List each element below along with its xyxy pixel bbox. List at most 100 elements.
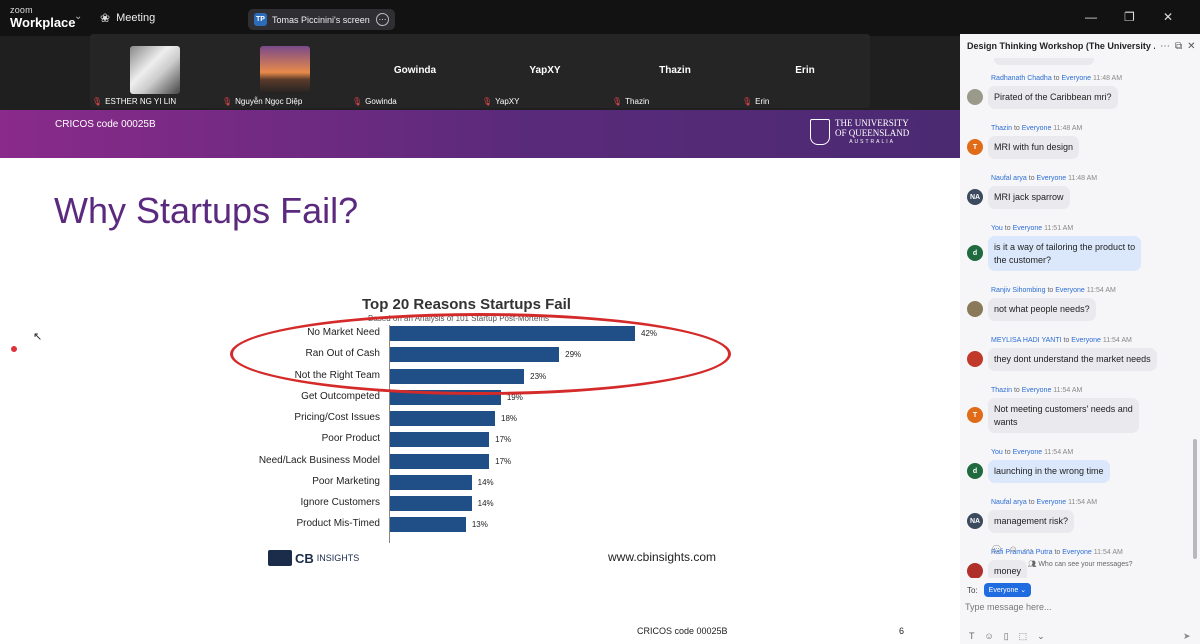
message-text: they dont understand the market needs bbox=[994, 354, 1151, 364]
to-label: To: bbox=[967, 585, 978, 595]
participant-tile[interactable]: Thazin 🎙︎ Thazin bbox=[610, 34, 740, 108]
chart-category-label: Get Outcompeted bbox=[301, 390, 380, 402]
participant-tile[interactable]: 🎙︎ Nguyễn Ngọc Diệp bbox=[220, 34, 350, 108]
message-bubble: not what people needs? bbox=[988, 298, 1096, 321]
highlight-ellipse bbox=[230, 313, 731, 395]
source-url: www.cbinsights.com bbox=[608, 550, 717, 564]
close-icon[interactable]: ✕ bbox=[1163, 10, 1173, 24]
recipient-name: Everyone bbox=[1012, 449, 1043, 456]
message-time: 11:54 AM bbox=[1053, 387, 1083, 394]
participant-name: Nguyễn Ngọc Diệp bbox=[235, 97, 303, 106]
message-bubble: launching in the wrong time bbox=[988, 460, 1110, 483]
to-word: to bbox=[1054, 549, 1061, 556]
chart-category-label: Poor Marketing bbox=[312, 475, 380, 487]
close-chat-icon[interactable]: ✕ bbox=[1187, 41, 1195, 52]
avatar: T bbox=[967, 139, 983, 155]
message-input[interactable]: Type message here... bbox=[965, 602, 1165, 612]
message-bubble: management risk? bbox=[988, 510, 1075, 533]
cbinsights-cb: CB bbox=[295, 550, 314, 566]
chart-value-label: 14% bbox=[477, 477, 494, 487]
avatar: NA bbox=[967, 513, 983, 529]
message-meta: Radhanath Chadha to Everyone 11:48 AM bbox=[991, 75, 1122, 82]
message-text: Pirated of the Caribbean mri? bbox=[994, 92, 1112, 102]
chart-category-label: Pricing/Cost Issues bbox=[294, 412, 380, 423]
file-icon[interactable]: ▯ bbox=[1004, 631, 1009, 642]
chevron-down-icon[interactable]: ⌄ bbox=[74, 11, 82, 22]
recipient-name: Everyone bbox=[1061, 75, 1092, 82]
send-icon[interactable]: ➤ bbox=[1183, 631, 1191, 642]
recipient-name: Everyone bbox=[1036, 499, 1067, 506]
who-can-see-label: Who can see your messages? bbox=[1038, 561, 1133, 568]
reply-icon[interactable]: 💬︎ bbox=[991, 544, 1002, 555]
chart-category-label: Ignore Customers bbox=[300, 497, 380, 508]
message-text: is it a way of tailoring the product to bbox=[994, 242, 1136, 252]
participant-name: Thazin bbox=[625, 97, 650, 106]
who-can-see[interactable]: 👥︎ Who can see your messages? bbox=[960, 560, 1200, 568]
participant-name: Erin bbox=[755, 97, 770, 106]
message-bubble: Pirated of the Caribbean mri? bbox=[988, 86, 1118, 109]
participant-name-tag: 🎙︎ Thazin bbox=[612, 97, 649, 106]
chevron-down-icon[interactable]: ⌄ bbox=[1037, 631, 1045, 642]
chart-bar bbox=[390, 411, 495, 426]
participant-tile[interactable]: Gowinda 🎙︎ Gowinda bbox=[350, 34, 480, 108]
participant-display-name: Thazin bbox=[659, 65, 691, 76]
chart-bar bbox=[390, 474, 472, 490]
avatar: d bbox=[967, 463, 983, 479]
chart-value-label: 18% bbox=[501, 414, 518, 423]
chart-category-label: Need/Lack Business Model bbox=[258, 454, 380, 466]
recipient-name: Everyone bbox=[1062, 549, 1092, 556]
emoji-react-icon[interactable]: ☺ bbox=[1008, 544, 1017, 555]
popout-icon[interactable]: ⧉ bbox=[1175, 41, 1182, 52]
video-strip: 🎙︎ ESTHER NG YI LIN 🎙︎ Nguyễn Ngọc Diệp Go… bbox=[90, 34, 870, 108]
sender-name: Radhanath Chadha bbox=[991, 75, 1052, 82]
message-time: 11:54 AM bbox=[1086, 287, 1116, 294]
to-word: to bbox=[1013, 125, 1020, 132]
muted-mic-icon: 🎙︎ bbox=[742, 97, 753, 106]
participant-tile[interactable]: YapXY 🎙︎ YapXY bbox=[480, 34, 610, 108]
participant-name-tag: 🎙︎ ESTHER NG YI LIN bbox=[92, 97, 176, 106]
sender-name: Thazin bbox=[991, 125, 1013, 132]
screen-share-pill[interactable]: TP Tomas Piccinini's screen ⋯ bbox=[248, 9, 395, 30]
recipient-name: Everyone bbox=[1021, 125, 1052, 132]
message-text: management risk? bbox=[994, 516, 1069, 526]
sender-name: Ranjiv Sihombing bbox=[991, 287, 1046, 294]
sender-name: Thazin bbox=[991, 387, 1013, 394]
mouse-cursor-icon: ↖ bbox=[33, 331, 43, 343]
chat-messages[interactable]: Radhanath Chadha to Everyone 11:48 AM Pir… bbox=[960, 58, 1194, 578]
participant-display-name: Erin bbox=[795, 65, 815, 76]
more-actions-icon[interactable]: ⋯ bbox=[1024, 544, 1033, 555]
participant-name-tag: 🎙︎ Nguyễn Ngọc Diệp bbox=[222, 97, 302, 106]
avatar: d bbox=[967, 245, 983, 261]
more-icon[interactable]: ⋯ bbox=[1160, 41, 1170, 52]
emoji-icon[interactable]: ☺ bbox=[985, 631, 994, 642]
muted-mic-icon: 🎙︎ bbox=[222, 97, 233, 106]
message-text: not what people needs? bbox=[994, 304, 1090, 314]
to-word: to bbox=[1028, 175, 1035, 182]
recipient-dropdown[interactable]: Everyone ⌄ bbox=[983, 583, 1032, 597]
message-time: 11:48 AM bbox=[1053, 125, 1083, 132]
avatar bbox=[967, 351, 983, 367]
chart-value-label: 17% bbox=[495, 435, 512, 445]
format-icon[interactable]: T bbox=[969, 631, 975, 642]
participant-tile[interactable]: 🎙︎ ESTHER NG YI LIN bbox=[90, 34, 220, 108]
slide-banner: CRICOS code 00025B THE UNIVERSITY OF QUE… bbox=[0, 110, 960, 158]
chart-value-label: 14% bbox=[477, 499, 494, 508]
message-meta: You to Everyone 11:51 AM bbox=[991, 225, 1073, 232]
chat-scrollbar[interactable] bbox=[1193, 439, 1197, 559]
participant-tile[interactable]: Erin 🎙︎ Erin bbox=[740, 34, 870, 108]
message-bubble: is it a way of tailoring the product to t… bbox=[988, 236, 1142, 272]
chart-value-label: 13% bbox=[471, 520, 488, 530]
minimize-icon[interactable]: — bbox=[1085, 10, 1097, 24]
meeting-menu[interactable]: ❀ Meeting bbox=[100, 11, 155, 25]
screenshot-icon[interactable]: ⬚ bbox=[1019, 631, 1028, 642]
truncated-message bbox=[994, 58, 1094, 65]
message-time: 11:54 AM bbox=[1093, 549, 1123, 556]
message-text: launching in the wrong time bbox=[994, 466, 1104, 476]
avatar bbox=[967, 301, 983, 317]
participant-display-name: YapXY bbox=[529, 65, 561, 76]
more-options-icon[interactable]: ⋯ bbox=[376, 13, 389, 26]
to-word: to bbox=[1004, 449, 1011, 456]
message-text: the customer? bbox=[994, 254, 1052, 265]
restore-icon[interactable]: ❐ bbox=[1124, 10, 1135, 24]
zoom-logo: zoom Workplace bbox=[10, 6, 76, 30]
